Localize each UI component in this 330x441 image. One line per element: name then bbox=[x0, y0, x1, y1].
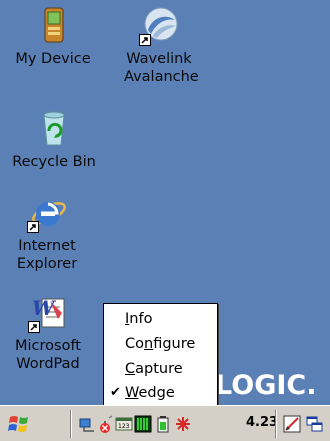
desktop-icon-recycle-bin[interactable]: Recycle Bin bbox=[8, 109, 100, 171]
battery-bars-icon[interactable] bbox=[134, 415, 152, 433]
shortcut-arrow-icon bbox=[139, 34, 151, 46]
menu-item-capture[interactable]: Capture bbox=[104, 357, 217, 381]
battery-icon[interactable] bbox=[155, 415, 173, 433]
menu-item-label: Info bbox=[125, 311, 153, 327]
wireless-icon[interactable] bbox=[96, 415, 114, 433]
taskbar-divider bbox=[275, 410, 277, 438]
wordpad-icon: W bbox=[28, 293, 68, 333]
start-button[interactable] bbox=[8, 413, 32, 435]
taskbar: 123 4.23 bbox=[0, 405, 330, 441]
checkmark-icon: ✔ bbox=[110, 385, 121, 400]
shortcut-arrow-icon bbox=[28, 321, 40, 333]
my-device-icon bbox=[33, 6, 73, 46]
keyboard-123-icon[interactable]: 123 bbox=[115, 415, 133, 433]
clock[interactable]: 4.23 bbox=[246, 415, 278, 430]
desktop-icon-my-device[interactable]: My Device bbox=[10, 6, 96, 68]
menu-item-label: Configure bbox=[125, 336, 196, 352]
menu-item-configure[interactable]: Configure bbox=[104, 332, 217, 356]
desktop-icon-label: Internet Explorer bbox=[16, 238, 78, 272]
taskbar-divider bbox=[70, 410, 72, 438]
desktop-icon-label: My Device bbox=[15, 51, 91, 67]
network-icon[interactable] bbox=[78, 415, 96, 433]
logo-watermark: LOGIC. bbox=[215, 370, 317, 401]
desktop-icon-wordpad[interactable]: W Microsoft WordPad bbox=[8, 293, 88, 373]
menu-item-info[interactable]: Info bbox=[104, 307, 217, 331]
internet-explorer-icon bbox=[27, 193, 67, 233]
desktop-icon-label: Microsoft WordPad bbox=[15, 338, 81, 372]
tray-context-menu: Info Configure Capture ✔ Wedge bbox=[103, 303, 218, 407]
menu-item-label: Capture bbox=[125, 361, 183, 377]
recycle-bin-icon bbox=[34, 109, 74, 149]
desktop-icon-label: Recycle Bin bbox=[12, 154, 96, 170]
windows-flag-icon bbox=[8, 416, 28, 432]
desktop-icon-label: Wavelink Avalanche bbox=[124, 51, 199, 85]
svg-text:W: W bbox=[32, 296, 57, 320]
wavelink-avalanche-icon bbox=[139, 6, 179, 46]
desktop-icon-wavelink-avalanche[interactable]: Wavelink Avalanche bbox=[112, 6, 206, 86]
pen-icon[interactable] bbox=[283, 415, 301, 433]
svg-text:123: 123 bbox=[118, 423, 130, 430]
desktop-icon-internet-explorer[interactable]: Internet Explorer bbox=[8, 193, 86, 273]
menu-item-wedge[interactable]: ✔ Wedge bbox=[104, 381, 217, 405]
shortcut-arrow-icon bbox=[27, 221, 39, 233]
scanner-icon[interactable] bbox=[174, 415, 192, 433]
windows-switch-icon[interactable] bbox=[306, 415, 324, 433]
menu-item-label: Wedge bbox=[125, 385, 175, 401]
